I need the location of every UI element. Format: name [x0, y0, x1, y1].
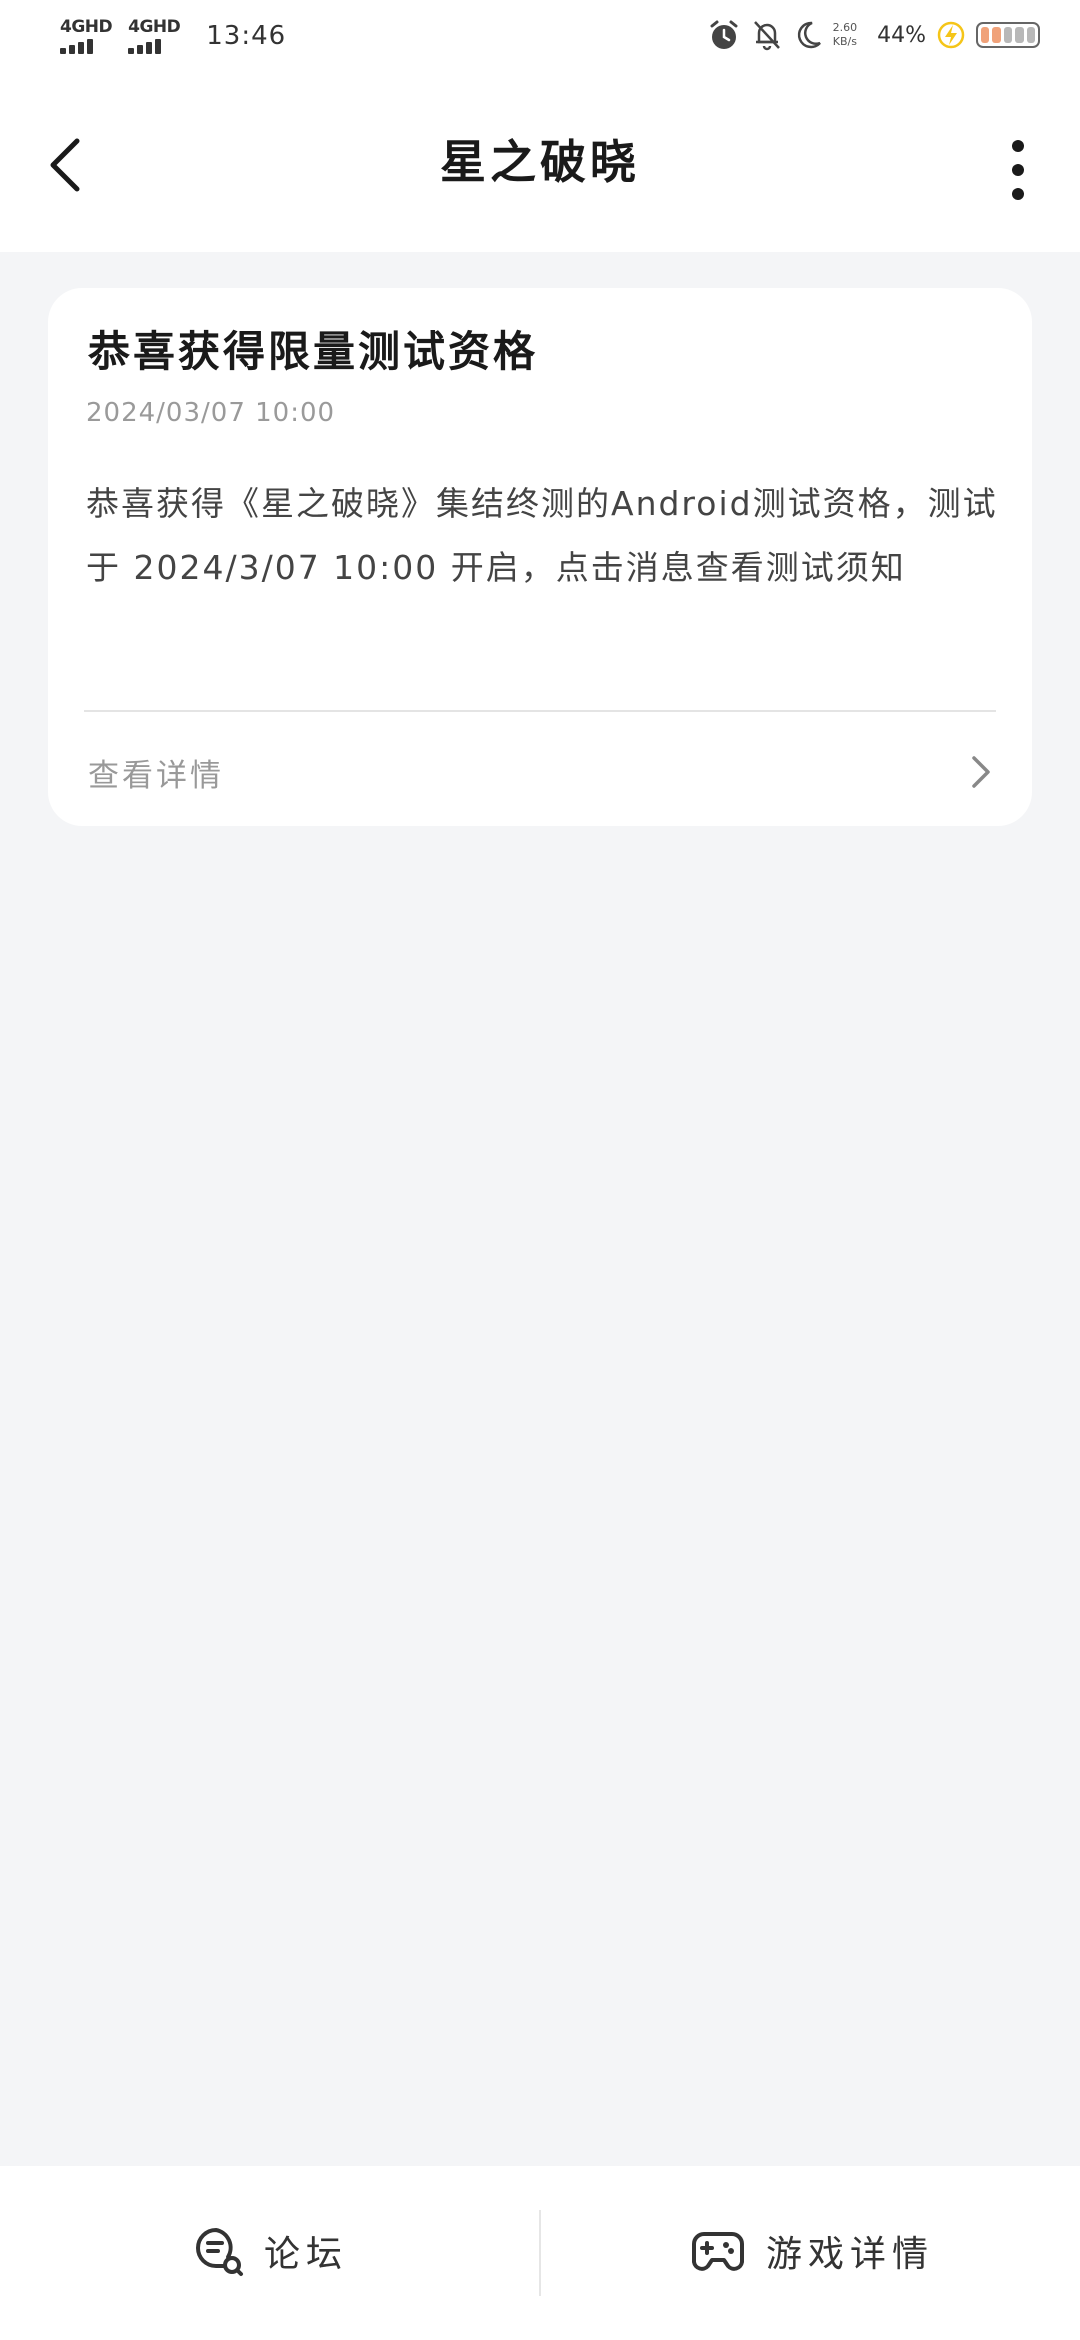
bottom-nav: 论坛 游戏详情: [0, 2166, 1080, 2340]
status-bar: 4GHD 4GHD 13:46 2.60 KB/s 44%: [0, 0, 1080, 80]
status-time: 13:46: [206, 21, 287, 51]
signal-bars-icon: [128, 38, 162, 54]
more-options-button[interactable]: [1006, 140, 1030, 200]
status-bar-left: 4GHD 4GHD 13:46: [60, 18, 286, 54]
network-speed-unit: KB/s: [832, 35, 857, 48]
signal-label: 4GHD: [128, 17, 181, 37]
battery-icon: [976, 22, 1040, 48]
signal-indicator-1: 4GHD: [60, 17, 113, 54]
signal-bars-icon: [60, 38, 93, 54]
bottom-nav-divider: [539, 2210, 541, 2296]
message-title: 恭喜获得限量测试资格: [88, 327, 539, 376]
bell-off-icon: [753, 21, 780, 51]
forum-button[interactable]: 论坛: [192, 2216, 348, 2286]
forum-label: 论坛: [264, 2234, 349, 2275]
status-bar-right: 2.60 KB/s 44%: [707, 18, 1040, 52]
gamepad-icon: [692, 2232, 744, 2271]
game-details-button[interactable]: 游戏详情: [690, 2216, 934, 2286]
view-details-row[interactable]: 查看详情: [48, 712, 1032, 826]
signal-label: 4GHD: [60, 17, 113, 37]
moon-icon: [797, 21, 821, 49]
app-header: 星之破晓: [0, 80, 1080, 252]
message-card[interactable]: 恭喜获得限量测试资格 2024/03/07 10:00 恭喜获得《星之破晓》集结…: [48, 288, 1032, 826]
view-details-label: 查看详情: [88, 758, 224, 794]
network-speed: 2.60 KB/s: [833, 21, 858, 49]
game-details-label: 游戏详情: [766, 2234, 935, 2275]
forum-chat-icon: [196, 2228, 243, 2276]
charging-icon: [937, 21, 965, 49]
network-speed-value: 2.60: [832, 21, 858, 34]
signal-indicator-2: 4GHD: [128, 17, 181, 54]
more-dots-icon: [1012, 164, 1024, 176]
message-timestamp: 2024/03/07 10:00: [86, 398, 336, 428]
chevron-right-icon: [972, 756, 990, 788]
page-title: 星之破晓: [440, 135, 640, 189]
more-dots-icon: [1012, 140, 1024, 152]
message-body: 恭喜获得《星之破晓》集结终测的Android测试资格，测试于 2024/3/07…: [86, 484, 998, 587]
battery-percent: 44%: [877, 22, 926, 48]
alarm-icon: [710, 20, 738, 49]
more-dots-icon: [1012, 188, 1024, 200]
